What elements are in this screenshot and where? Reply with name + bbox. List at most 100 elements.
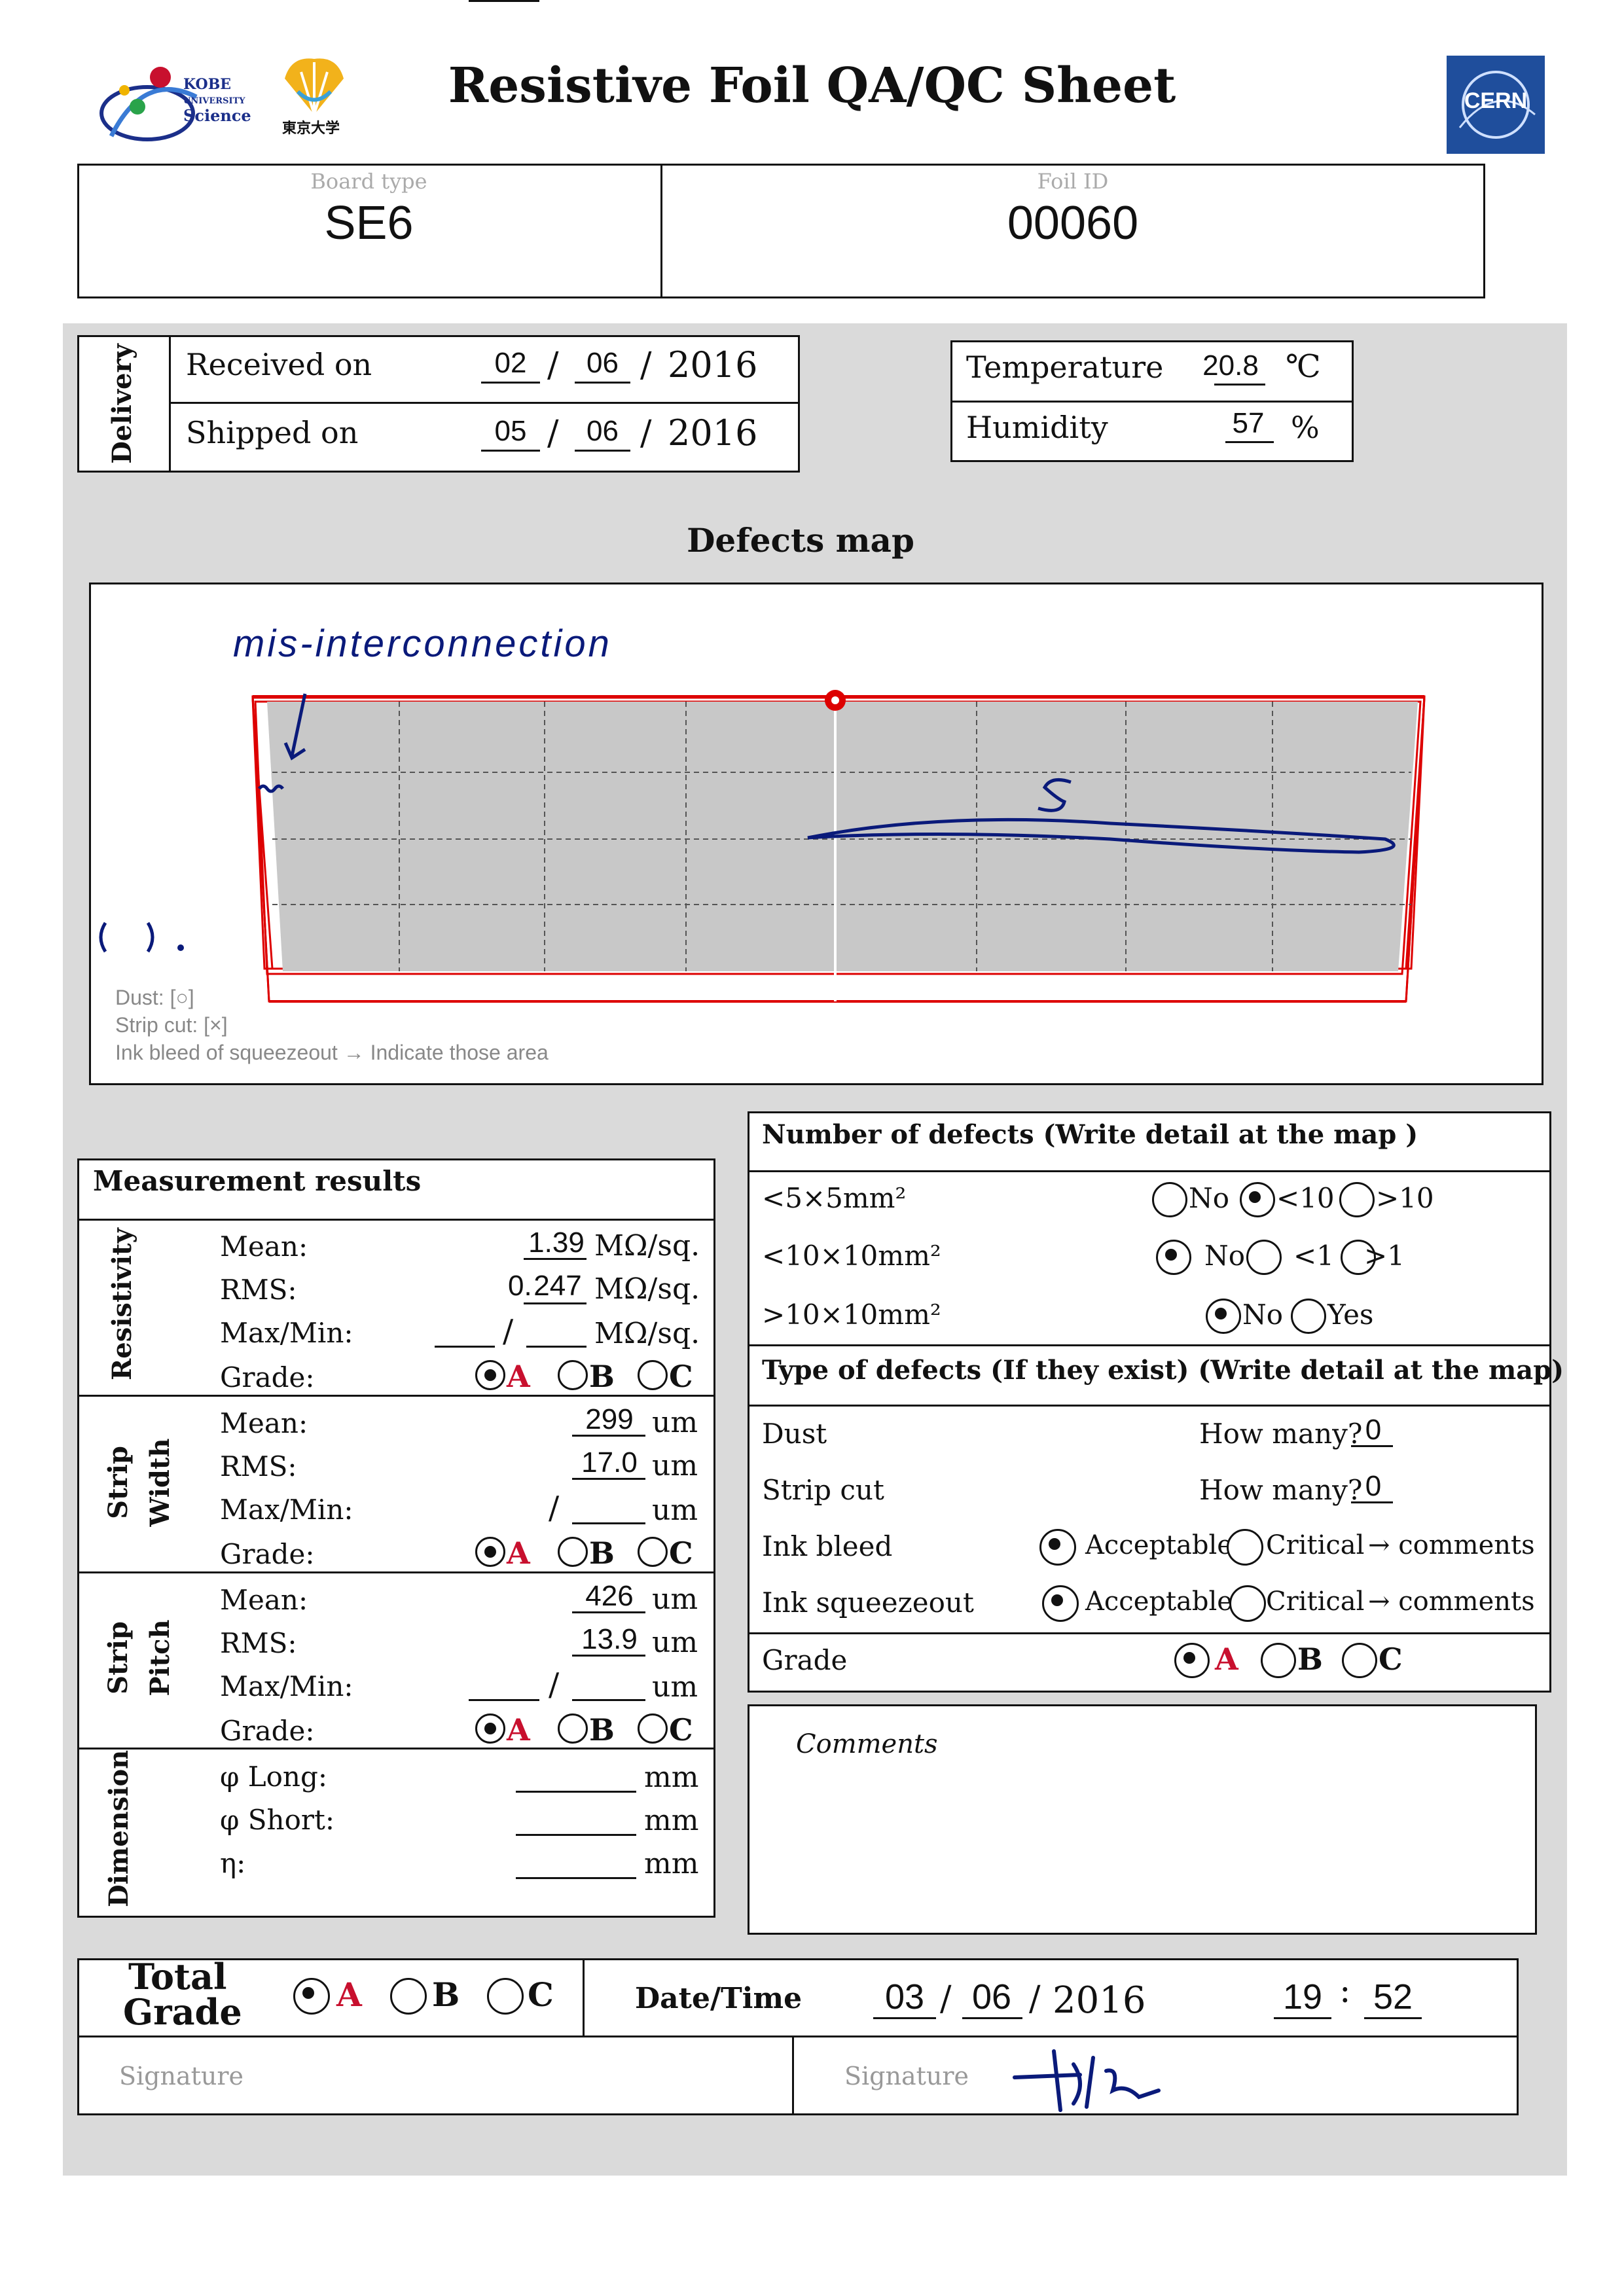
comments-label: Comments [796,1729,938,1759]
signature-right-label: Signature [844,2062,969,2090]
total-grade-a-label: A [336,1975,362,2014]
strip-width-mean-label: Mean: [220,1407,308,1439]
resistivity-grade-a-radio[interactable] [475,1360,505,1390]
defects-row3-no-label: No [1242,1299,1284,1331]
shipped-slash-1: / [547,414,559,453]
resistivity-min-field[interactable] [526,1346,586,1348]
defects-divider-3 [748,1405,1551,1407]
datetime-label: Date/Time [635,1982,803,2015]
annotation-misconnection: mis-interconnection [233,622,612,665]
total-label-1: Total [128,1956,227,1998]
resistivity-grade-c-label: C [669,1359,693,1394]
strip-width-maxmin-label: Max/Min: [220,1494,353,1526]
resistivity-rms-label: RMS: [220,1274,297,1306]
total-grade-b-radio[interactable] [390,1978,427,2015]
defects-grade-a-radio[interactable] [1174,1643,1210,1678]
resistivity-max-field[interactable] [435,1346,495,1348]
defects-row1-no-radio[interactable] [1152,1182,1187,1217]
strip-width-rms-value[interactable]: 17.0 [573,1446,645,1479]
defects-row3-no-radio[interactable] [1206,1299,1241,1334]
defects-divider-4 [748,1632,1551,1634]
strip-width-grade-b-radio[interactable] [558,1537,588,1567]
defects-row2-no-label: No [1204,1240,1246,1272]
defects-row1-label: <5×5mm² [762,1182,907,1214]
temperature-line [1214,384,1265,386]
stripcut-count[interactable]: 0 [1355,1470,1392,1503]
inkbleed-acceptable-radio[interactable] [1039,1529,1076,1566]
defects-row1-gt10-radio[interactable] [1339,1182,1375,1217]
strip-pitch-rms-value[interactable]: 13.9 [573,1623,645,1656]
foil-id-value[interactable]: 00060 [660,196,1485,250]
board-type-label: Board type [310,169,427,194]
total-day[interactable]: 03 [875,1977,935,2017]
dust-count[interactable]: 0 [1355,1414,1392,1446]
inkbleed-critical-radio[interactable] [1227,1529,1263,1566]
dimension-short-label: φ Short: [220,1804,334,1836]
strip-width-maxmin-slash: / [549,1490,560,1526]
resistivity-grade-b-radio[interactable] [558,1360,588,1390]
strip-width-grade-c-radio[interactable] [638,1537,668,1567]
strip-pitch-rms-unit: um [652,1626,698,1659]
strip-pitch-max-field[interactable] [469,1699,539,1701]
received-slash-1: / [547,346,559,385]
humidity-unit: % [1291,410,1320,445]
strip-width-label-1: Strip [103,1446,134,1519]
resistivity-maxmin-label: Max/Min: [220,1317,353,1349]
defects-row2-lt1-radio[interactable] [1246,1240,1282,1275]
cern-logo: CERN [1447,56,1545,154]
total-grade-a-radio[interactable] [293,1978,330,2015]
defects-count-title: Number of defects (Write detail at the m… [762,1119,1418,1150]
shipped-day[interactable]: 05 [481,415,540,448]
strip-pitch-mean-line [572,1611,645,1613]
strip-width-max-field[interactable] [469,0,539,2]
defects-row2-gt1-label: >1 [1364,1240,1405,1272]
strip-pitch-grade-b-radio[interactable] [558,1713,588,1744]
strip-pitch-grade-b-label: B [589,1712,615,1748]
resistivity-rms-value[interactable]: 247 [528,1270,588,1302]
resistivity-grade-b-label: B [589,1359,615,1394]
total-minute[interactable]: 52 [1365,1977,1420,2017]
strip-width-min-field[interactable] [572,1522,645,1524]
resistivity-mean-line [524,1258,586,1260]
strip-pitch-mean-value[interactable]: 426 [573,1580,645,1613]
humidity-value[interactable]: 57 [1225,407,1271,440]
resistivity-grade-c-radio[interactable] [638,1360,668,1390]
strip-width-mean-value[interactable]: 299 [573,1403,645,1436]
resistivity-rms-prefix: 0. [508,1270,532,1302]
total-hour[interactable]: 19 [1275,1977,1330,2017]
defects-row2-no-radio[interactable] [1156,1240,1191,1275]
dimension-eta-field[interactable] [516,1877,636,1879]
total-grade-c-radio[interactable] [487,1978,524,2015]
board-type-value[interactable]: SE6 [77,196,660,250]
inkbleed-comments: → comments [1368,1530,1535,1560]
inksqueeze-acceptable-radio[interactable] [1042,1585,1079,1622]
temperature-value[interactable]: 20.8 [1195,350,1267,382]
inksqueeze-acceptable-label: Acceptable [1085,1587,1233,1617]
strip-width-grade-a-radio[interactable] [475,1537,505,1567]
shipped-month[interactable]: 06 [575,415,630,448]
strip-pitch-grade-a-radio[interactable] [475,1713,505,1744]
defects-row2-lt1-label: <1 [1293,1240,1334,1272]
defects-row3-yes-radio[interactable] [1291,1299,1326,1334]
defects-grade-c-label: C [1379,1641,1403,1677]
strip-pitch-grade-c-radio[interactable] [638,1713,668,1744]
total-month[interactable]: 06 [962,1977,1021,2017]
defects-grade-c-radio[interactable] [1342,1643,1377,1678]
strip-pitch-rms-line [572,1655,645,1657]
shipped-slash-2: / [640,414,652,453]
dimension-label: Dimension [103,1749,134,1907]
dimension-short-field[interactable] [516,1834,636,1836]
defects-row1-lt10-radio[interactable] [1240,1182,1275,1217]
temperature-unit: ℃ [1286,348,1321,385]
strip-pitch-min-field[interactable] [572,1699,645,1701]
defects-map-title: Defects map [687,521,914,560]
received-month[interactable]: 06 [575,347,630,380]
measurement-divider-1 [77,1219,715,1221]
inksqueeze-critical-radio[interactable] [1229,1585,1266,1622]
inksqueeze-label: Ink squeezeout [762,1587,974,1619]
resistivity-mean-value[interactable]: 1.39 [524,1227,589,1259]
inkbleed-label: Ink bleed [762,1530,893,1562]
dimension-long-field[interactable] [516,1791,636,1793]
defects-grade-b-radio[interactable] [1261,1643,1296,1678]
received-day[interactable]: 02 [481,347,540,380]
